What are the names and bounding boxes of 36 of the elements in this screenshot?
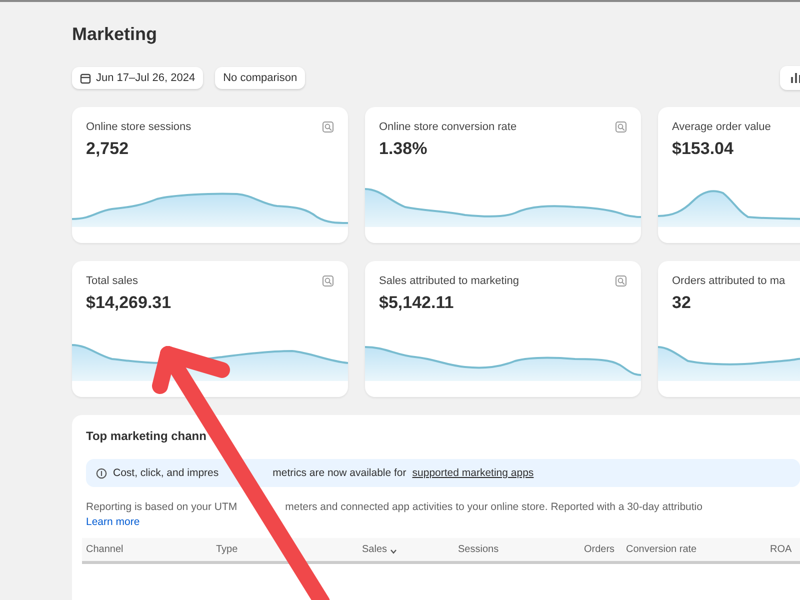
explore-icon[interactable]: [322, 275, 334, 287]
bar-chart-icon[interactable]: [790, 71, 800, 83]
column-header[interactable]: Type: [216, 544, 238, 555]
comparison-button[interactable]: No comparison: [215, 67, 306, 89]
metric-value: $5,142.11: [378, 292, 455, 313]
column-header[interactable]: Channel: [86, 544, 124, 555]
metric-label: Total sales: [86, 275, 138, 287]
column-header[interactable]: Conversion rate: [626, 544, 697, 555]
banner-text: Cost, click, and impres: [113, 467, 219, 479]
apps-link[interactable]: supported marketing apps: [412, 467, 534, 479]
calendar-icon: [80, 72, 91, 84]
section-title: Top marketing chann: [86, 429, 208, 443]
column-header[interactable]: Orders: [584, 544, 615, 555]
metric-value: $153.04: [671, 138, 734, 159]
metric-label: Orders attributed to ma: [672, 275, 786, 287]
banner-text: metrics are now available for: [272, 467, 406, 479]
explore-icon[interactable]: [615, 275, 627, 287]
info-icon: [96, 468, 107, 478]
metric-label: Online store conversion rate: [379, 121, 517, 133]
explore-icon[interactable]: [615, 121, 627, 133]
description-text: Reporting is based on your UTM: [86, 501, 238, 513]
column-header[interactable]: Sales: [362, 544, 388, 555]
description-text: meters and connected app activities to your online store. Reported with a 30-day attributio: [285, 501, 702, 513]
column-header[interactable]: ROA: [770, 544, 792, 555]
metric-value: 2,752: [85, 138, 130, 159]
metric-value: $14,269.31: [85, 292, 172, 313]
metric-label: Sales attributed to marketing: [379, 275, 520, 287]
metric-label: Online store sessions: [86, 121, 192, 133]
page-title: Marketing: [72, 24, 158, 45]
metric-value: 1.38%: [378, 138, 428, 159]
learn-more-link[interactable]: Learn more: [86, 516, 140, 528]
date-range-button[interactable]: Jun 17–Jul 26, 2024: [72, 67, 204, 89]
explore-icon[interactable]: [322, 121, 334, 133]
metric-value: 32: [671, 292, 692, 313]
column-header[interactable]: Sessions: [458, 544, 499, 555]
metric-label: Average order value: [672, 121, 771, 133]
